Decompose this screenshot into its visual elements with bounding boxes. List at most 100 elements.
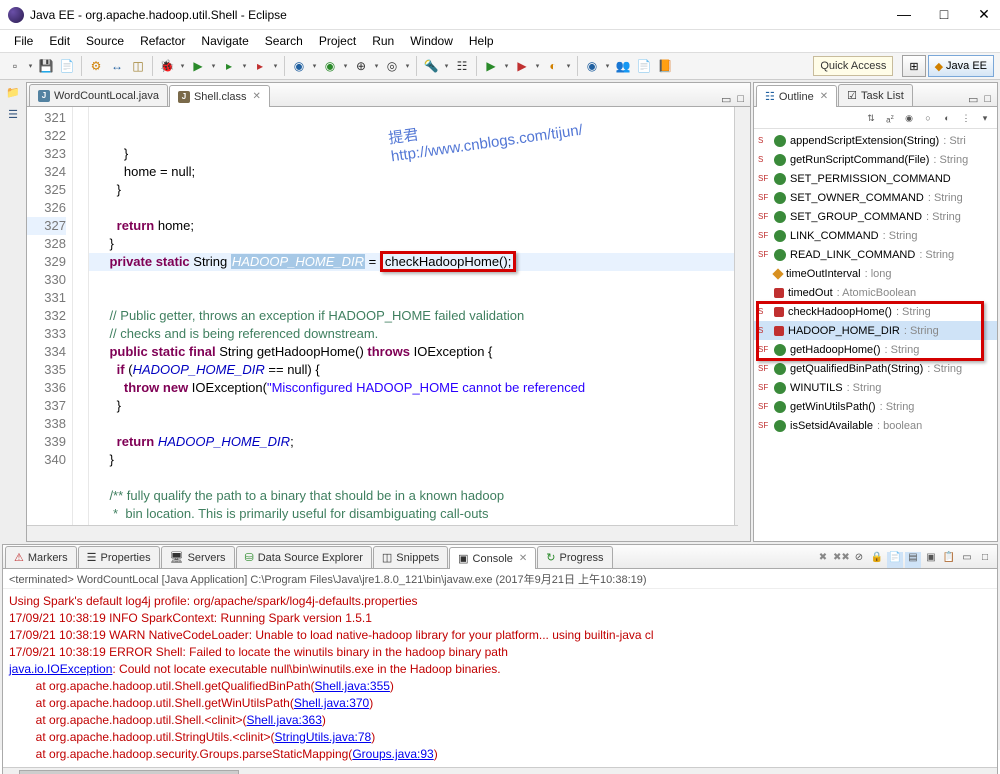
outline-list[interactable]: SappendScriptExtension(String) : StriSge…: [754, 129, 997, 541]
stop-icon[interactable]: ◉: [583, 57, 601, 75]
perspective-javaee[interactable]: ◆Java EE: [928, 55, 994, 77]
outline-item[interactable]: timeOutInterval : long: [754, 264, 997, 283]
run-config-icon[interactable]: ▶: [482, 57, 500, 75]
hide-fields-icon[interactable]: ◉: [901, 110, 917, 126]
sort-icon[interactable]: ⇅: [863, 110, 879, 126]
save-all-icon[interactable]: 📄: [58, 57, 76, 75]
scroll-lock-icon[interactable]: 🔒: [869, 552, 885, 568]
new-server-icon[interactable]: ◉: [290, 57, 308, 75]
outline-icon: ☷: [765, 90, 775, 103]
menu-refactor[interactable]: Refactor: [132, 34, 193, 48]
tab-snippets[interactable]: ◫Snippets: [373, 546, 448, 568]
outline-item[interactable]: SgetRunScriptCommand(File) : String: [754, 150, 997, 169]
tab-dse[interactable]: ⛁Data Source Explorer: [236, 546, 372, 568]
minimize-view-icon[interactable]: ▭: [721, 93, 731, 106]
display-selected-icon[interactable]: ▤: [905, 552, 921, 568]
coverage-icon[interactable]: ◐: [544, 57, 562, 75]
outline-item[interactable]: SFSET_GROUP_COMMAND : String: [754, 207, 997, 226]
paper-icon[interactable]: 📄: [635, 57, 653, 75]
tab-console[interactable]: ▣Console✕: [449, 547, 536, 569]
outline-item[interactable]: SFSET_PERMISSION_COMMAND: [754, 169, 997, 188]
search-icon[interactable]: 🔦: [422, 57, 440, 75]
new-class-icon[interactable]: ◉: [321, 57, 339, 75]
hide-local-icon[interactable]: ⋮: [958, 110, 974, 126]
menu-help[interactable]: Help: [461, 34, 502, 48]
hide-static-icon[interactable]: ○: [920, 110, 936, 126]
outline-item[interactable]: SFREAD_LINK_COMMAND : String: [754, 245, 997, 264]
clear-console-icon[interactable]: ⊘: [851, 552, 867, 568]
maximize-view-icon[interactable]: □: [984, 93, 991, 106]
outline-item[interactable]: SappendScriptExtension(String) : Stri: [754, 131, 997, 150]
outline-item[interactable]: SFgetQualifiedBinPath(String) : String: [754, 359, 997, 378]
quick-access-input[interactable]: Quick Access: [813, 56, 893, 76]
save-icon[interactable]: 💾: [37, 57, 55, 75]
console-output[interactable]: Using Spark's default log4j profile: org…: [3, 589, 997, 767]
menu-run[interactable]: Run: [364, 34, 402, 48]
outline-item[interactable]: timedOut : AtomicBoolean: [754, 283, 997, 302]
vertical-scrollbar[interactable]: [734, 107, 750, 541]
menu-edit[interactable]: Edit: [41, 34, 78, 48]
tab-progress[interactable]: ↻Progress: [537, 546, 612, 568]
debug-icon[interactable]: 🐞: [158, 57, 176, 75]
debug-config-icon[interactable]: ▶: [513, 57, 531, 75]
tab-shell-class[interactable]: JShell.class✕: [169, 85, 270, 107]
outline-item[interactable]: SFLINK_COMMAND : String: [754, 226, 997, 245]
close-button[interactable]: ✕: [976, 6, 992, 23]
new-icon[interactable]: ▫: [6, 57, 24, 75]
outline-item[interactable]: SFgetWinUtilsPath() : String: [754, 397, 997, 416]
code-body[interactable]: 提君http://www.cnblogs.com/tijun/ } home =…: [89, 107, 750, 541]
team-icon[interactable]: 👥: [614, 57, 632, 75]
open-task-icon[interactable]: ◎: [383, 57, 401, 75]
maximize-view-icon[interactable]: □: [737, 93, 744, 106]
run-icon[interactable]: ▶: [189, 57, 207, 75]
menu-project[interactable]: Project: [311, 34, 364, 48]
menu-search[interactable]: Search: [257, 34, 311, 48]
open-type-icon[interactable]: ⊕: [352, 57, 370, 75]
navigator-icon[interactable]: ☰: [5, 108, 21, 124]
scrollbar-thumb[interactable]: [19, 770, 239, 774]
close-tab-icon[interactable]: ✕: [519, 553, 527, 564]
tab-tasklist[interactable]: ☑Task List: [838, 84, 913, 106]
minimize-view-icon[interactable]: ▭: [959, 552, 975, 568]
book-icon[interactable]: 📙: [656, 57, 674, 75]
link-icon[interactable]: ↔: [108, 57, 126, 75]
hide-nonpublic-icon[interactable]: ◐: [939, 110, 955, 126]
open-console-icon[interactable]: ▣: [923, 552, 939, 568]
code-editor[interactable]: 3213223233243253263273283293303313323333…: [27, 107, 750, 541]
outline-item[interactable]: SFisSetsidAvailable : boolean: [754, 416, 997, 435]
view-menu-icon[interactable]: ▾: [977, 110, 993, 126]
pin-console-icon[interactable]: 📄: [887, 552, 903, 568]
project-explorer-icon[interactable]: 📁: [5, 86, 21, 102]
java-file-icon: J: [38, 90, 50, 102]
tab-servers[interactable]: 🖥Servers: [161, 546, 235, 568]
tab-markers[interactable]: ⚠Markers: [5, 546, 77, 568]
outline-item[interactable]: SFWINUTILS : String: [754, 378, 997, 397]
maximize-button[interactable]: □: [936, 6, 952, 23]
menu-navigate[interactable]: Navigate: [193, 34, 256, 48]
tab-properties[interactable]: ☰Properties: [78, 546, 160, 568]
outline-item[interactable]: SFSET_OWNER_COMMAND : String: [754, 188, 997, 207]
maximize-view-icon[interactable]: □: [977, 552, 993, 568]
open-perspective-button[interactable]: ⊞: [902, 55, 925, 77]
tool-icon[interactable]: ⚙: [87, 57, 105, 75]
run-last-icon[interactable]: ▸: [220, 57, 238, 75]
minimize-view-icon[interactable]: ▭: [968, 93, 978, 106]
tab-outline[interactable]: ☷Outline✕: [756, 85, 837, 107]
package-icon[interactable]: ◫: [129, 57, 147, 75]
close-tab-icon[interactable]: ✕: [253, 91, 261, 102]
console-horizontal-scrollbar[interactable]: [3, 767, 997, 774]
menu-file[interactable]: File: [6, 34, 41, 48]
close-tab-icon[interactable]: ✕: [820, 91, 828, 102]
remove-all-icon[interactable]: ✖✖: [833, 552, 849, 568]
annotate-icon[interactable]: ☷: [453, 57, 471, 75]
menu-source[interactable]: Source: [78, 34, 132, 48]
remove-launch-icon[interactable]: ✖: [815, 552, 831, 568]
minimize-button[interactable]: —: [896, 6, 912, 23]
tab-wordcountlocal[interactable]: JWordCountLocal.java: [29, 84, 168, 106]
az-sort-icon[interactable]: az: [882, 110, 898, 126]
ext-tools-icon[interactable]: ▸: [251, 57, 269, 75]
menu-window[interactable]: Window: [402, 34, 461, 48]
horizontal-scrollbar[interactable]: [27, 525, 738, 541]
folding-margin[interactable]: [73, 107, 89, 541]
new-console-icon[interactable]: 📋: [941, 552, 957, 568]
